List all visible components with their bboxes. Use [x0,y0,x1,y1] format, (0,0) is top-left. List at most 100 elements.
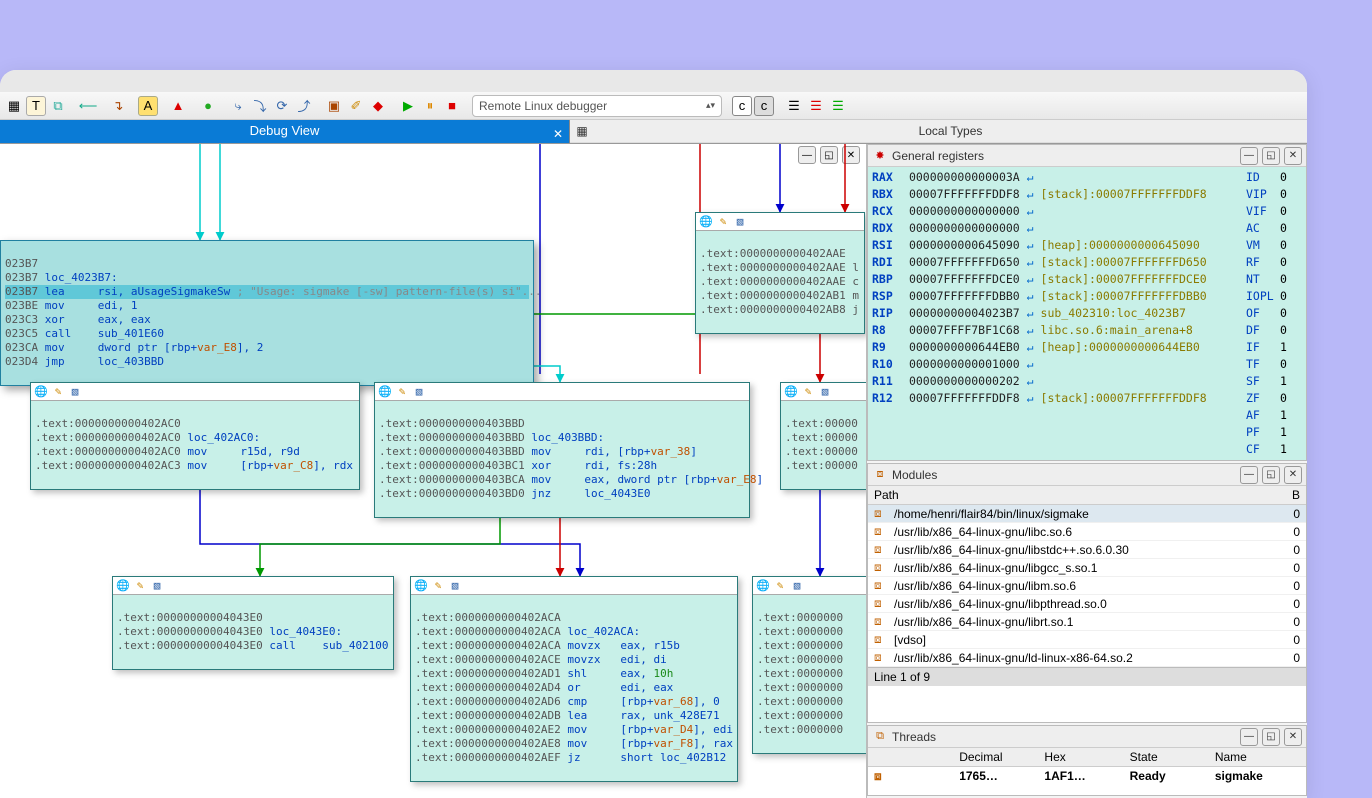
register-row[interactable]: RIP 00000000004023B7 ↵ sub_402310:loc_40… [872,305,1242,322]
jump-arrow-icon[interactable]: ↵ [1027,357,1034,371]
erase-icon[interactable]: ✐ [346,96,366,116]
flag-row[interactable]: DF0 [1246,322,1302,339]
module-row[interactable]: ⧈/usr/lib/x86_64-linux-gnu/ld-linux-x86-… [868,649,1306,667]
bp-icon[interactable]: ▲ [168,96,188,116]
chart-icon[interactable]: ▧ [412,385,426,399]
step3-icon[interactable]: ⟳ [272,96,292,116]
jump-arrow-icon[interactable]: ↵ [1027,306,1034,320]
graph-node-402AAE[interactable]: 🌐 ✎ ▧ .text:0000000000402AAE .text:00000… [695,212,865,334]
jump-arrow-icon[interactable]: ↵ [1027,170,1034,184]
register-row[interactable]: RDI 00007FFFFFFFD650 ↵ [stack]:00007FFFF… [872,254,1242,271]
minimize-icon[interactable]: — [1240,147,1258,165]
register-row[interactable]: RBX 00007FFFFFFFDDF8 ↵ [stack]:00007FFFF… [872,186,1242,203]
module-row[interactable]: ⧈/usr/lib/x86_64-linux-gnu/libgcc_s.so.1… [868,559,1306,577]
flag-row[interactable]: ID0 [1246,169,1302,186]
palette1-icon[interactable]: ☰ [784,96,804,116]
globe-icon[interactable]: 🌐 [378,385,392,399]
chart-icon[interactable]: ▧ [733,215,747,229]
register-row[interactable]: R8 00007FFFF7BF1C68 ↵ libc.so.6:main_are… [872,322,1242,339]
grid-icon[interactable]: ▦ [4,96,24,116]
module-row[interactable]: ⧈/usr/lib/x86_64-linux-gnu/libstdc++.so.… [868,541,1306,559]
flag-row[interactable]: IOPL0 [1246,288,1302,305]
globe-icon[interactable]: 🌐 [34,385,48,399]
ctag2-icon[interactable]: c [754,96,774,116]
flag-row[interactable]: TF0 [1246,356,1302,373]
flag-row[interactable]: VIF0 [1246,203,1302,220]
tab-local-types[interactable]: ▦ Local Types [570,120,1307,142]
flag-row[interactable]: AF1 [1246,407,1302,424]
step4-icon[interactable]: ⤴ [294,96,314,116]
jump-arrow-icon[interactable]: ↵ [1027,374,1034,388]
jump-icon[interactable]: ↴ [108,96,128,116]
close-panel-icon[interactable]: ✕ [1284,147,1302,165]
threads-header[interactable]: Decimal Hex State Name [868,748,1306,767]
flag-row[interactable]: SF1 [1246,373,1302,390]
flag-row[interactable]: VIP0 [1246,186,1302,203]
register-row[interactable]: R9 0000000000644EB0 ↵ [heap]:00000000006… [872,339,1242,356]
graph-node-4043E0[interactable]: 🌐 ✎ ▧ .text:00000000004043E0 .text:00000… [112,576,394,670]
close-panel-icon[interactable]: ✕ [842,146,860,164]
restore-icon[interactable]: ◱ [820,146,838,164]
tab-debug-view[interactable]: Debug View ✕ [0,120,570,143]
circle-green-icon[interactable]: ● [198,96,218,116]
chart-icon[interactable]: ▧ [68,385,82,399]
module-row[interactable]: ⧈/usr/lib/x86_64-linux-gnu/libpthread.so… [868,595,1306,613]
registers-body[interactable]: RAX 000000000000003A ↵ RBX 00007FFFFFFFD… [868,167,1306,460]
flag-row[interactable]: RF0 [1246,254,1302,271]
pencil-icon[interactable]: ✎ [801,385,815,399]
register-row[interactable]: RSI 0000000000645090 ↵ [heap]:0000000000… [872,237,1242,254]
pencil-icon[interactable]: ✎ [51,385,65,399]
graph-node-402AC0[interactable]: 🌐 ✎ ▧ .text:0000000000402AC0 .text:00000… [30,382,360,490]
funcs-icon[interactable]: ⧉ [48,96,68,116]
flag-row[interactable]: PF1 [1246,424,1302,441]
register-row[interactable]: RAX 000000000000003A ↵ [872,169,1242,186]
flag-row[interactable]: ZF0 [1246,390,1302,407]
palette3-icon[interactable]: ☰ [828,96,848,116]
chart-icon[interactable]: ▧ [790,579,804,593]
globe-icon[interactable]: 🌐 [699,215,713,229]
ctag1-icon[interactable]: c [732,96,752,116]
register-row[interactable]: R10 0000000000001000 ↵ [872,356,1242,373]
thread-row[interactable]: ⧈ 1765… 1AF1… Ready sigmake [868,767,1306,786]
graph-node-402ACA[interactable]: 🌐 ✎ ▧ .text:0000000000402ACA .text:00000… [410,576,738,782]
minimize-icon[interactable]: — [1240,728,1258,746]
module-row[interactable]: ⧈/usr/lib/x86_64-linux-gnu/libm.so.60 [868,577,1306,595]
close-panel-icon[interactable]: ✕ [1284,728,1302,746]
pencil-icon[interactable]: ✎ [133,579,147,593]
jump-arrow-icon[interactable]: ↵ [1027,391,1034,405]
register-row[interactable]: RBP 00007FFFFFFFDCE0 ↵ [stack]:00007FFFF… [872,271,1242,288]
restore-icon[interactable]: ◱ [1262,147,1280,165]
jump-arrow-icon[interactable]: ↵ [1027,272,1034,286]
jump-arrow-icon[interactable]: ↵ [1027,221,1034,235]
palette2-icon[interactable]: ☰ [806,96,826,116]
register-row[interactable]: R11 0000000000000202 ↵ [872,373,1242,390]
run-icon[interactable]: ▶ [398,96,418,116]
step1-icon[interactable]: ⤷ [228,96,248,116]
pencil-icon[interactable]: ✎ [431,579,445,593]
jump-arrow-icon[interactable]: ↵ [1027,187,1034,201]
module-row[interactable]: ⧈[vdso]0 [868,631,1306,649]
close-panel-icon[interactable]: ✕ [1284,466,1302,484]
register-row[interactable]: R12 00007FFFFFFFDDF8 ↵ [stack]:00007FFFF… [872,390,1242,407]
flag-row[interactable]: AC0 [1246,220,1302,237]
globe-icon[interactable]: 🌐 [756,579,770,593]
module-row[interactable]: ⧈/home/henri/flair84/bin/linux/sigmake0 [868,505,1306,523]
minimize-icon[interactable]: — [1240,466,1258,484]
globe-icon[interactable]: 🌐 [784,385,798,399]
globe-icon[interactable]: 🌐 [116,579,130,593]
register-row[interactable]: RCX 0000000000000000 ↵ [872,203,1242,220]
stop-icon[interactable]: ■ [442,96,462,116]
record-icon[interactable]: ▣ [324,96,344,116]
jump-arrow-icon[interactable]: ↵ [1027,289,1034,303]
flag-row[interactable]: OF0 [1246,305,1302,322]
jump-arrow-icon[interactable]: ↵ [1027,340,1034,354]
chart-icon[interactable]: ▧ [448,579,462,593]
graph-node-4023B7[interactable]: 023B7 023B7 loc_4023B7: 023B7 lea rsi, a… [0,240,534,386]
pause-icon[interactable]: ⏸ [420,96,440,116]
flag-row[interactable]: VM0 [1246,237,1302,254]
restore-icon[interactable]: ◱ [1262,728,1280,746]
modules-header[interactable]: Path B [868,486,1306,505]
debugger-select[interactable]: Remote Linux debugger ▴▾ [472,95,722,117]
chart-icon[interactable]: ▧ [818,385,832,399]
chart-icon[interactable]: ▧ [150,579,164,593]
